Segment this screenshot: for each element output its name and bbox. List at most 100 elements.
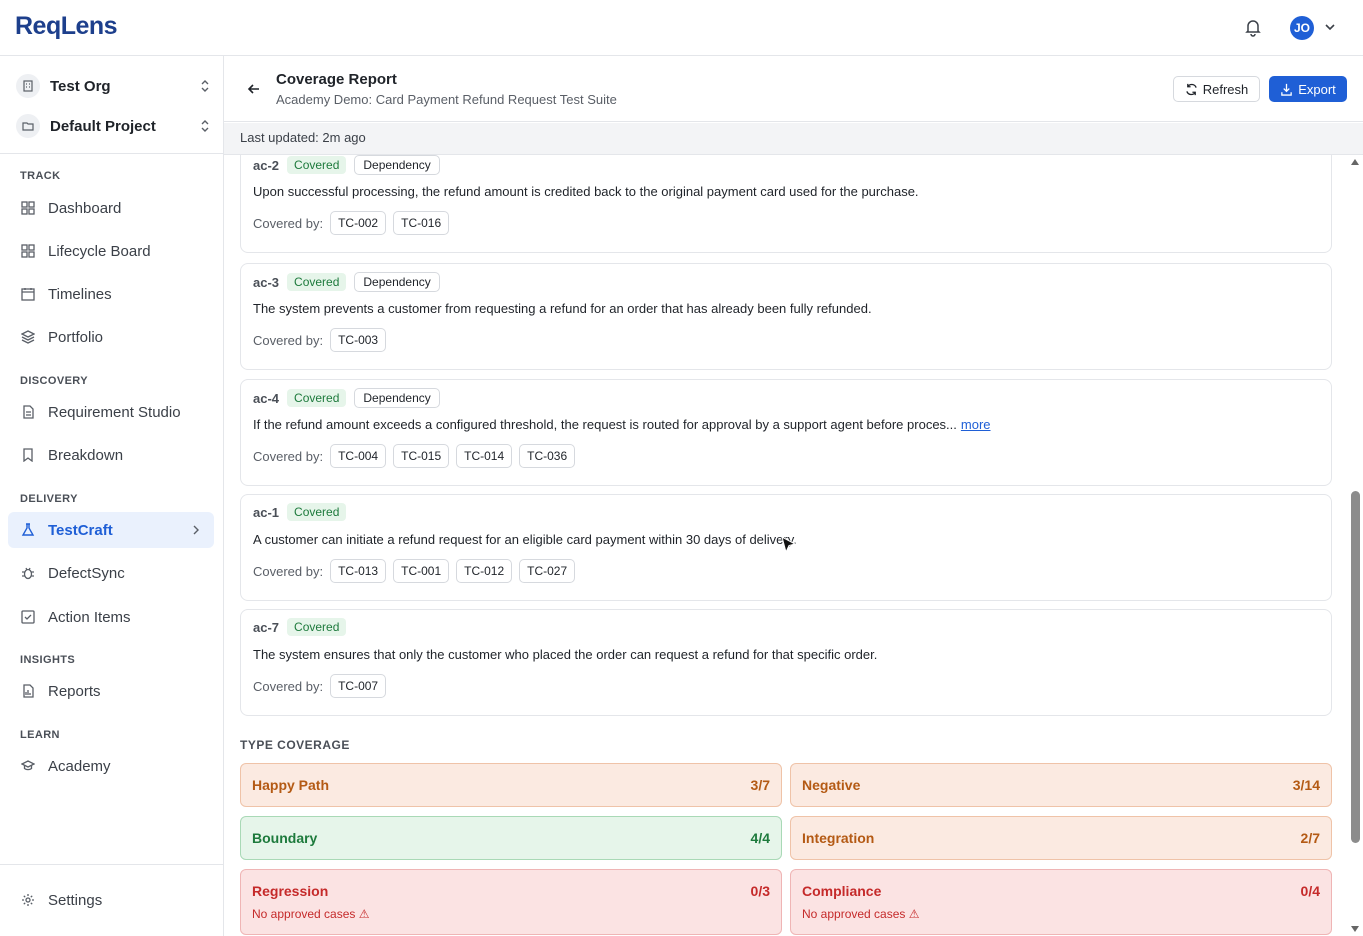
flask-icon [20,522,36,538]
scrollbar[interactable] [1348,155,1363,936]
refresh-label: Refresh [1202,81,1249,97]
criterion-card[interactable]: ac-3 Covered Dependency The system prevents… [240,263,1332,370]
type-coverage-integration[interactable]: Integration 2/7 [790,816,1332,860]
covered-by-label: Covered by: [253,448,324,464]
criterion-header: ac-7 Covered [253,618,354,636]
section-delivery: DELIVERY [20,493,78,505]
type-value: 3/14 [1292,777,1320,793]
export-label: Export [1298,81,1336,97]
chevron-updown-icon [198,78,212,94]
covered-by-row: Covered by: TC-013 TC-001 TC-012 TC-027 [253,559,582,583]
sidebar-item-settings[interactable]: Settings [8,882,214,918]
test-case-chip[interactable]: TC-013 [330,559,387,583]
type-value: 0/4 [1300,883,1320,899]
export-button[interactable]: Export [1269,76,1347,102]
type-coverage-happy-path[interactable]: Happy Path 3/7 [240,763,782,807]
criterion-id: ac-1 [253,504,280,520]
type-value: 0/3 [750,883,770,899]
type-coverage-negative[interactable]: Negative 3/14 [790,763,1332,807]
layers-icon [20,329,36,345]
sidebar-item-portfolio[interactable]: Portfolio [8,319,214,355]
test-case-chip[interactable]: TC-002 [330,211,387,235]
covered-by-row: Covered by: TC-002 TC-016 [253,211,456,235]
test-case-chip[interactable]: TC-014 [456,444,513,468]
more-link[interactable]: more [961,417,991,432]
sidebar-item-label: TestCraft [48,521,113,539]
status-badge: Covered [287,389,347,407]
chevron-updown-icon [198,118,212,134]
dependency-tag: Dependency [354,272,440,292]
board-icon [20,243,36,259]
section-insights: INSIGHTS [20,654,76,666]
chevron-down-icon[interactable] [1323,20,1337,34]
criterion-description: A customer can initiate a refund request… [253,532,797,547]
criterion-id: ac-2 [253,157,280,173]
criterion-text: A customer can initiate a refund request… [253,532,797,547]
project-selector[interactable]: Default Project [16,110,212,142]
avatar[interactable]: JO [1290,16,1314,40]
sidebar-item-label: Breakdown [48,446,124,464]
document-icon [20,404,36,420]
criterion-text: If the refund amount exceeds a configure… [253,417,991,432]
bookmark-icon [20,447,36,463]
test-case-chip[interactable]: TC-007 [330,674,387,698]
divider [0,864,223,865]
sidebar-item-breakdown[interactable]: Breakdown [8,437,214,473]
covered-by-row: Covered by: TC-004 TC-015 TC-014 TC-036 [253,444,582,468]
folder-icon [16,114,40,138]
sidebar-item-reports[interactable]: Reports [8,673,214,709]
scroll-down-arrow[interactable] [1351,926,1359,932]
test-case-chip[interactable]: TC-003 [330,328,387,352]
sidebar-item-label: Action Items [48,608,131,626]
type-coverage-regression[interactable]: Regression 0/3 No approved cases ⚠ [240,869,782,935]
org-selector[interactable]: Test Org [16,70,212,102]
sidebar-item-academy[interactable]: Academy [8,748,214,784]
bell-icon[interactable] [1243,17,1263,37]
criterion-card[interactable]: ac-2 Covered Dependency Upon successful pro… [240,155,1332,253]
test-case-chip[interactable]: TC-004 [330,444,387,468]
type-coverage-compliance[interactable]: Compliance 0/4 No approved cases ⚠ [790,869,1332,935]
sidebar-item-requirement-studio[interactable]: Requirement Studio [8,394,214,430]
back-arrow-icon[interactable] [246,81,262,97]
type-name: Integration [802,830,875,846]
sidebar-item-dashboard[interactable]: Dashboard [8,190,214,226]
dependency-tag: Dependency [354,388,440,408]
section-discovery: DISCOVERY [20,375,88,387]
sidebar-item-label: Academy [48,757,111,775]
sidebar-item-defectsync[interactable]: DefectSync [8,555,214,591]
criterion-card[interactable]: ac-7 Covered The system ensures that only … [240,609,1332,716]
sidebar-item-label: Dashboard [48,199,122,217]
warning-text: No approved cases ⚠ [802,907,920,921]
test-case-chip[interactable]: TC-001 [393,559,450,583]
sidebar-item-label: Portfolio [48,328,104,346]
test-case-chip[interactable]: TC-012 [456,559,513,583]
project-name: Default Project [50,117,156,135]
mouse-cursor-icon [780,536,798,556]
status-badge: Covered [287,503,347,521]
sidebar-item-lifecycle-board[interactable]: Lifecycle Board [8,233,214,269]
criterion-header: ac-2 Covered Dependency [253,155,440,175]
sidebar-item-label: Timelines [48,285,112,303]
scroll-up-arrow[interactable] [1351,159,1359,165]
page-subtitle: Academy Demo: Card Payment Refund Reques… [276,92,617,107]
covered-by-label: Covered by: [253,332,324,348]
sidebar-item-testcraft[interactable]: TestCraft [8,512,214,548]
refresh-button[interactable]: Refresh [1173,76,1260,102]
scroll-thumb[interactable] [1351,491,1360,843]
test-case-chip[interactable]: TC-015 [393,444,450,468]
sidebar-item-timelines[interactable]: Timelines [8,276,214,312]
status-badge: Covered [287,618,347,636]
sidebar-item-label: DefectSync [48,564,125,582]
test-case-chip[interactable]: TC-027 [519,559,576,583]
test-case-chip[interactable]: TC-036 [519,444,576,468]
type-coverage-boundary[interactable]: Boundary 4/4 [240,816,782,860]
test-case-chip[interactable]: TC-016 [393,211,450,235]
criterion-header: ac-3 Covered Dependency [253,272,440,292]
sidebar-item-action-items[interactable]: Action Items [8,599,214,635]
criterion-card[interactable]: ac-4 Covered Dependency If the refund amoun… [240,379,1332,486]
building-icon [16,74,40,98]
last-updated: Last updated: 2m ago [224,123,1363,155]
gear-icon [20,892,36,908]
app-logo[interactable]: ReqLens [15,12,118,41]
sidebar-item-label: Reports [48,682,101,700]
